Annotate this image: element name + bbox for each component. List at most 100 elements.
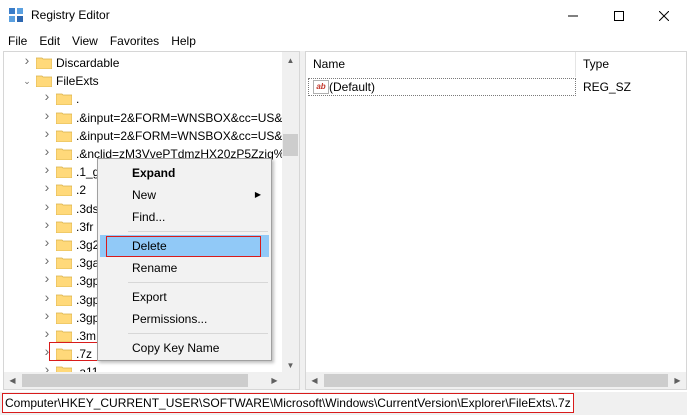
minimize-icon [568,15,578,16]
folder-icon [56,112,72,124]
menu-item-permissions[interactable]: Permissions... [100,308,269,330]
folder-icon [36,75,52,88]
tree-item-label: FileExts [56,74,99,89]
scroll-left-icon[interactable]: ◀ [4,372,21,389]
close-icon [659,10,669,21]
tree-item-label: .3fr [76,219,94,234]
menu-item-export[interactable]: Export [100,286,269,308]
maximize-button[interactable] [596,0,642,31]
tree-item-label: .3ga [76,256,100,271]
tree-item-label: .3m [76,329,97,343]
status-path: Computer\HKEY_CURRENT_USER\SOFTWARE\Micr… [2,393,574,413]
folder-icon [56,221,72,233]
folder-icon [56,130,72,142]
folder-icon [56,312,72,324]
chevron-right-icon[interactable]: › [42,108,52,122]
folder-icon [56,275,72,288]
chevron-right-icon[interactable]: › [42,235,52,249]
list-item[interactable]: ab (Default) REG_SZ [308,78,686,96]
submenu-arrow-icon: ▶ [254,190,261,199]
chevron-right-icon[interactable]: › [42,308,52,322]
chevron-right-icon[interactable]: › [42,180,52,194]
close-button[interactable] [641,0,687,31]
scroll-right-icon[interactable]: ▶ [669,372,686,389]
menu-item-label: Permissions... [132,312,208,326]
scroll-thumb[interactable] [22,374,248,387]
scroll-thumb[interactable] [283,134,298,156]
menu-item-label: Find... [132,210,166,224]
folder-icon [56,239,72,251]
menu-item-label: Copy Key Name [132,341,220,355]
menu-item-rename[interactable]: Rename [100,257,269,279]
maximize-icon [614,10,624,21]
menu-file[interactable]: File [2,31,33,51]
chevron-right-icon[interactable]: › [42,271,52,285]
menu-item-copy-key-name[interactable]: Copy Key Name [100,337,269,359]
chevron-right-icon[interactable]: › [42,144,52,158]
column-header-name[interactable]: Name [306,52,576,77]
tree-item-label: .3gp [76,310,100,325]
menu-item-label: Export [132,290,167,304]
chevron-right-icon[interactable]: › [42,253,52,267]
menu-edit[interactable]: Edit [33,31,66,51]
string-value-icon: ab [313,80,329,94]
menu-favorites[interactable]: Favorites [104,31,165,51]
folder-icon [56,203,72,215]
tree-item-label: Discardable [56,56,120,70]
menu-bar: File Edit View Favorites Help [0,31,687,51]
tree-horizontal-scrollbar[interactable]: ◀ ▶ [4,372,283,389]
tree-item[interactable]: › .&input=2&FORM=WNSBOX&cc=US& [4,108,287,127]
tree-item-label: .3gp [76,274,100,289]
folder-icon [56,166,72,179]
value-type: REG_SZ [583,80,632,94]
menu-item-label: Expand [132,166,176,180]
chevron-right-icon[interactable]: › [42,126,52,140]
folder-icon [56,257,72,270]
scroll-up-icon[interactable]: ▲ [282,52,299,69]
tree-item-label: .2 [76,183,87,198]
chevron-right-icon[interactable]: › [42,89,52,103]
chevron-right-icon[interactable]: › [42,199,52,213]
menu-item-new[interactable]: New ▶ [100,184,269,206]
menu-separator [128,231,268,232]
folder-icon [56,294,72,306]
menu-help[interactable]: Help [165,31,202,51]
menu-separator [128,282,268,283]
menu-item-label: New [132,188,157,202]
menu-item-find[interactable]: Find... [100,206,269,228]
menu-view[interactable]: View [66,31,104,51]
menu-item-expand[interactable]: Expand [100,162,269,184]
tree-item[interactable]: › Discardable [4,53,287,72]
folder-icon [56,148,72,160]
scroll-corner [282,372,299,389]
status-bar: Computer\HKEY_CURRENT_USER\SOFTWARE\Micr… [0,392,687,415]
tree-item-label: . [76,92,80,107]
scroll-left-icon[interactable]: ◀ [306,372,323,389]
folder-icon [56,93,72,106]
tree-item-label: .3gp [76,292,100,307]
chevron-right-icon[interactable]: › [42,162,52,176]
tree-item-label: .&input=2&FORM=WNSBOX&cc=US& [76,110,283,125]
scroll-right-icon[interactable]: ▶ [266,372,283,389]
list-horizontal-scrollbar[interactable]: ◀ ▶ [306,372,686,389]
context-menu: Expand New ▶ Find... Delete Rename Export… [97,158,272,361]
column-header-type[interactable]: Type [576,52,686,77]
chevron-right-icon[interactable]: › [22,53,32,67]
tree-item-label: .3ds [76,201,99,216]
tree-vertical-scrollbar[interactable]: ▲ ▼ [282,52,299,374]
folder-icon [36,57,52,69]
values-list-pane[interactable]: Name Type ab (Default) REG_SZ ◀ ▶ [305,51,687,390]
tree-item-label: .3g2 [76,238,100,252]
tree-item[interactable]: ›. [4,89,287,108]
chevron-down-icon[interactable]: ⌄ [22,75,32,87]
chevron-right-icon[interactable]: › [42,290,52,304]
folder-icon [56,330,72,342]
scroll-thumb[interactable] [324,374,668,387]
menu-separator [128,333,268,334]
tree-item-label: .&input=2&FORM=WNSBOX&cc=US& [76,128,283,143]
menu-item-label: Rename [132,261,178,275]
minimize-button[interactable] [550,0,596,31]
chevron-right-icon[interactable]: › [42,217,52,231]
window-title: Registry Editor [31,8,110,22]
chevron-right-icon[interactable]: › [42,326,52,340]
